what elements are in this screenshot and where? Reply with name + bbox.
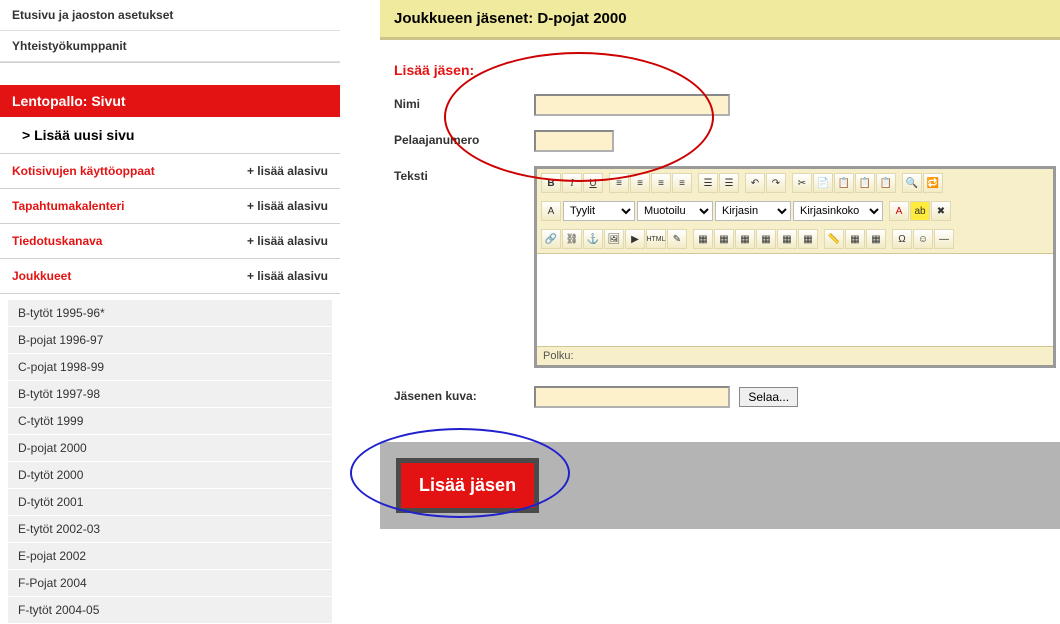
clear-format-icon[interactable]: ✖ xyxy=(931,201,951,221)
sidebar-team-item[interactable]: F-tytöt 2004-05 xyxy=(8,597,332,623)
cut-icon[interactable]: ✂ xyxy=(792,173,812,193)
copy-icon[interactable]: 📄 xyxy=(813,173,833,193)
style-select[interactable]: Tyylit xyxy=(563,201,635,221)
name-input[interactable] xyxy=(534,94,730,116)
sidebar-team-item[interactable]: F-Pojat 2004 xyxy=(8,570,332,596)
style-icon[interactable]: A xyxy=(541,201,561,221)
align-left-icon[interactable]: ≡ xyxy=(609,173,629,193)
sidebar-row-calendar[interactable]: Tapahtumakalenteri + lisää alasivu xyxy=(0,189,340,224)
ruler-icon[interactable]: 📏 xyxy=(824,229,844,249)
label-number: Pelaajanumero xyxy=(394,130,534,147)
main-content: Joukkueen jäsenet: D-pojat 2000 Lisää jä… xyxy=(340,0,1060,624)
sidebar-add-page[interactable]: > Lisää uusi sivu xyxy=(0,117,340,154)
emoji-icon[interactable]: ☺ xyxy=(913,229,933,249)
sidebar-team-item[interactable]: D-tytöt 2001 xyxy=(8,489,332,515)
align-justify-icon[interactable]: ≡ xyxy=(672,173,692,193)
format-select[interactable]: Muotoilu xyxy=(637,201,713,221)
page-break-icon[interactable]: — xyxy=(934,229,954,249)
image-icon[interactable]: 🖼 xyxy=(604,229,624,249)
editor-toolbar-1: B I U ≡ ≡ ≡ ≡ ☰ xyxy=(537,169,1053,197)
align-right-icon[interactable]: ≡ xyxy=(651,173,671,193)
html-icon[interactable]: HTML xyxy=(646,229,666,249)
table-row-icon[interactable]: ▦ xyxy=(714,229,734,249)
sidebar-team-item[interactable]: D-pojat 2000 xyxy=(8,435,332,461)
sidebar-team-item[interactable]: D-tytöt 2000 xyxy=(8,462,332,488)
undo-icon[interactable]: ↶ xyxy=(745,173,765,193)
edit-icon[interactable]: ✎ xyxy=(667,229,687,249)
list-ordered-icon[interactable]: ☰ xyxy=(719,173,739,193)
paste-text-icon[interactable]: 📋 xyxy=(855,173,875,193)
layout-icon[interactable]: ▦ xyxy=(845,229,865,249)
browse-button[interactable]: Selaa... xyxy=(739,387,798,407)
section-title: Lisää jäsen: xyxy=(394,62,1056,78)
table-icon[interactable]: ▦ xyxy=(693,229,713,249)
find-icon[interactable]: 🔍 xyxy=(902,173,922,193)
bold-icon[interactable]: B xyxy=(541,173,561,193)
add-subpage-link[interactable]: + lisää alasivu xyxy=(247,199,328,213)
editor-toolbar-3: 🔗 ⛓ ⚓ 🖼 ▶ HTML ✎ ▦ ▦ ▦ xyxy=(537,225,1053,253)
sidebar: Etusivu ja jaoston asetukset Yhteistyöku… xyxy=(0,0,340,624)
replace-icon[interactable]: 🔁 xyxy=(923,173,943,193)
sidebar-team-item[interactable]: B-pojat 1996-97 xyxy=(8,327,332,353)
sidebar-row-label: Kotisivujen käyttöoppaat xyxy=(12,164,155,178)
sidebar-row-guides[interactable]: Kotisivujen käyttöoppaat + lisää alasivu xyxy=(0,154,340,189)
sidebar-team-item[interactable]: C-tytöt 1999 xyxy=(8,408,332,434)
sidebar-row-label: Tiedotuskanava xyxy=(12,234,102,248)
sidebar-item-partners[interactable]: Yhteistyökumppanit xyxy=(0,31,340,62)
label-name: Nimi xyxy=(394,94,534,111)
label-text: Teksti xyxy=(394,166,534,183)
sidebar-team-item[interactable]: B-tytöt 1995-96* xyxy=(8,300,332,326)
media-icon[interactable]: ▶ xyxy=(625,229,645,249)
submit-bar: Lisää jäsen xyxy=(380,442,1060,529)
editor-canvas[interactable] xyxy=(537,253,1053,347)
table-col-icon[interactable]: ▦ xyxy=(735,229,755,249)
sidebar-row-label: Tapahtumakalenteri xyxy=(12,199,124,213)
italic-icon[interactable]: I xyxy=(562,173,582,193)
paste-word-icon[interactable]: 📋 xyxy=(876,173,896,193)
redo-icon[interactable]: ↷ xyxy=(766,173,786,193)
table-del-icon[interactable]: ▦ xyxy=(756,229,776,249)
sidebar-row-label: Joukkueet xyxy=(12,269,71,283)
grid-icon[interactable]: ▦ xyxy=(866,229,886,249)
sidebar-team-item[interactable]: E-tytöt 2002-03 xyxy=(8,516,332,542)
sidebar-team-item[interactable]: B-tytöt 1997-98 xyxy=(8,381,332,407)
bg-color-icon[interactable]: ab xyxy=(910,201,930,221)
number-input[interactable] xyxy=(534,130,614,152)
editor-toolbar-2: A Tyylit Muotoilu Kirjasin Kirjasinkoko … xyxy=(537,197,1053,225)
page-title: Joukkueen jäsenet: D-pojat 2000 xyxy=(380,0,1060,40)
unlink-icon[interactable]: ⛓ xyxy=(562,229,582,249)
table-split-icon[interactable]: ▦ xyxy=(798,229,818,249)
underline-icon[interactable]: U xyxy=(583,173,603,193)
add-subpage-link[interactable]: + lisää alasivu xyxy=(247,234,328,248)
rich-text-editor: B I U ≡ ≡ ≡ ≡ ☰ xyxy=(534,166,1056,368)
add-subpage-link[interactable]: + lisää alasivu xyxy=(247,269,328,283)
link-icon[interactable]: 🔗 xyxy=(541,229,561,249)
sidebar-team-item[interactable]: C-pojat 1998-99 xyxy=(8,354,332,380)
list-unordered-icon[interactable]: ☰ xyxy=(698,173,718,193)
sidebar-section-header: Lentopallo: Sivut xyxy=(0,85,340,117)
sidebar-row-news[interactable]: Tiedotuskanava + lisää alasivu xyxy=(0,224,340,259)
submit-button[interactable]: Lisää jäsen xyxy=(401,463,534,508)
font-color-icon[interactable]: A xyxy=(889,201,909,221)
fontsize-select[interactable]: Kirjasinkoko xyxy=(793,201,883,221)
align-center-icon[interactable]: ≡ xyxy=(630,173,650,193)
sidebar-team-item[interactable]: E-pojat 2002 xyxy=(8,543,332,569)
label-image: Jäsenen kuva: xyxy=(394,386,534,403)
font-select[interactable]: Kirjasin xyxy=(715,201,791,221)
sidebar-item-settings[interactable]: Etusivu ja jaoston asetukset xyxy=(0,0,340,31)
image-path-input[interactable] xyxy=(534,386,730,408)
anchor-icon[interactable]: ⚓ xyxy=(583,229,603,249)
special-char-icon[interactable]: Ω xyxy=(892,229,912,249)
sidebar-row-teams[interactable]: Joukkueet + lisää alasivu xyxy=(0,259,340,294)
paste-icon[interactable]: 📋 xyxy=(834,173,854,193)
editor-path: Polku: xyxy=(537,347,1053,365)
table-merge-icon[interactable]: ▦ xyxy=(777,229,797,249)
add-subpage-link[interactable]: + lisää alasivu xyxy=(247,164,328,178)
